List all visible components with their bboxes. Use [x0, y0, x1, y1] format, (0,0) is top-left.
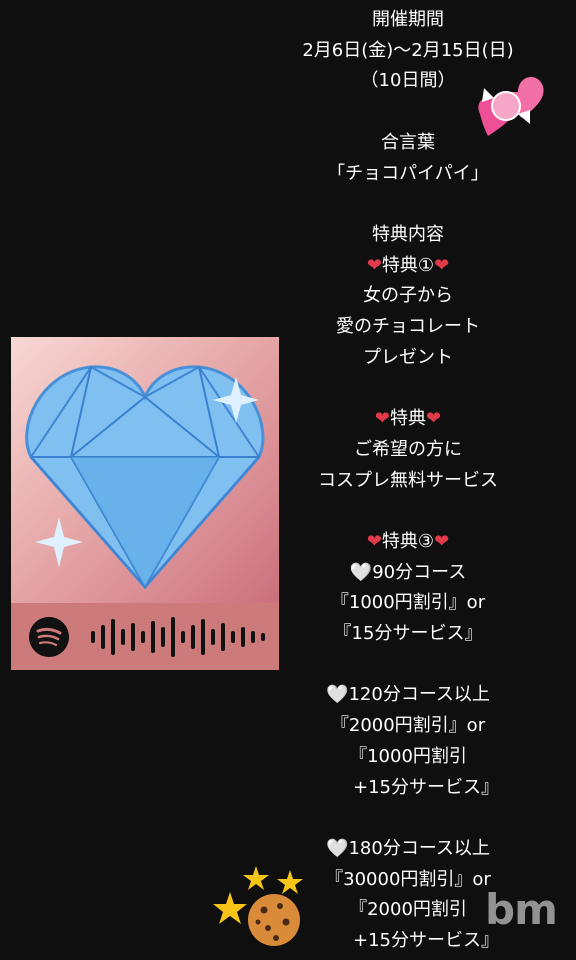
course2-line2: 『1000円割引	[349, 745, 467, 767]
period-heading: 開催期間	[372, 9, 444, 30]
benefit2-title-text: 特典	[390, 408, 426, 430]
benefit2-line2: コスプレ無料サービス	[318, 469, 498, 491]
course1-line1: 『1000円割引』or	[330, 592, 486, 614]
course3-title-text: 180分コース以上	[348, 837, 490, 859]
course1-title-text: 90分コース	[372, 561, 467, 583]
cookie-icon	[213, 866, 303, 946]
benefit3-title-text: 特典③	[381, 530, 435, 552]
benefit1-title-text: 特典①	[381, 254, 435, 276]
benefit2-line1: ご希望の方に	[354, 438, 462, 460]
album-card[interactable]	[11, 337, 279, 670]
event-details: 開催期間 2月6日(金)～2月15日(日) （10日間） 合言葉 「チョコパイパ…	[240, 5, 576, 957]
course1-title: 🤍90分コース	[240, 558, 576, 589]
benefits-heading: 特典内容	[372, 223, 444, 245]
benefit2-title: ❤特典❤	[240, 404, 576, 435]
course2-title-text: 120分コース以上	[348, 684, 490, 706]
red-heart-icon: ❤	[366, 254, 382, 276]
red-heart-icon: ❤	[374, 408, 390, 430]
period-duration: （10日間）	[360, 70, 456, 92]
period-dates: 2月6日(金)～2月15日(日)	[302, 39, 514, 61]
spotify-code-bar[interactable]	[11, 603, 279, 670]
course2-line1: 『2000円割引』or	[330, 715, 486, 737]
watermark-logo: bm	[485, 885, 558, 934]
benefit1-line2: 愛のチョコレート	[336, 316, 480, 337]
password-value: 「チョコパイパイ」	[327, 162, 489, 184]
spotify-icon	[29, 617, 69, 657]
benefit1-title: ❤特典①❤	[240, 251, 576, 282]
white-heart-icon: 🤍	[349, 561, 373, 583]
course2-line3: +15分サービス』	[317, 776, 499, 798]
white-heart-icon: 🤍	[326, 684, 349, 706]
benefit1-line1: 女の子から	[363, 285, 453, 307]
password-heading: 合言葉	[381, 131, 435, 153]
album-photo	[11, 337, 279, 603]
red-heart-icon: ❤	[366, 530, 382, 552]
course2-title: 🤍120分コース以上	[240, 680, 576, 711]
red-heart-icon: ❤	[434, 530, 450, 552]
red-heart-icon: ❤	[426, 408, 442, 430]
benefit3-title: ❤特典③❤	[240, 527, 576, 558]
white-heart-icon: 🤍	[326, 837, 349, 859]
course1-line2: 『15分サービス』	[333, 623, 483, 644]
diamond-heart-icon	[25, 365, 265, 590]
red-heart-icon: ❤	[434, 254, 450, 276]
benefit1-line3: プレゼント	[363, 346, 453, 368]
